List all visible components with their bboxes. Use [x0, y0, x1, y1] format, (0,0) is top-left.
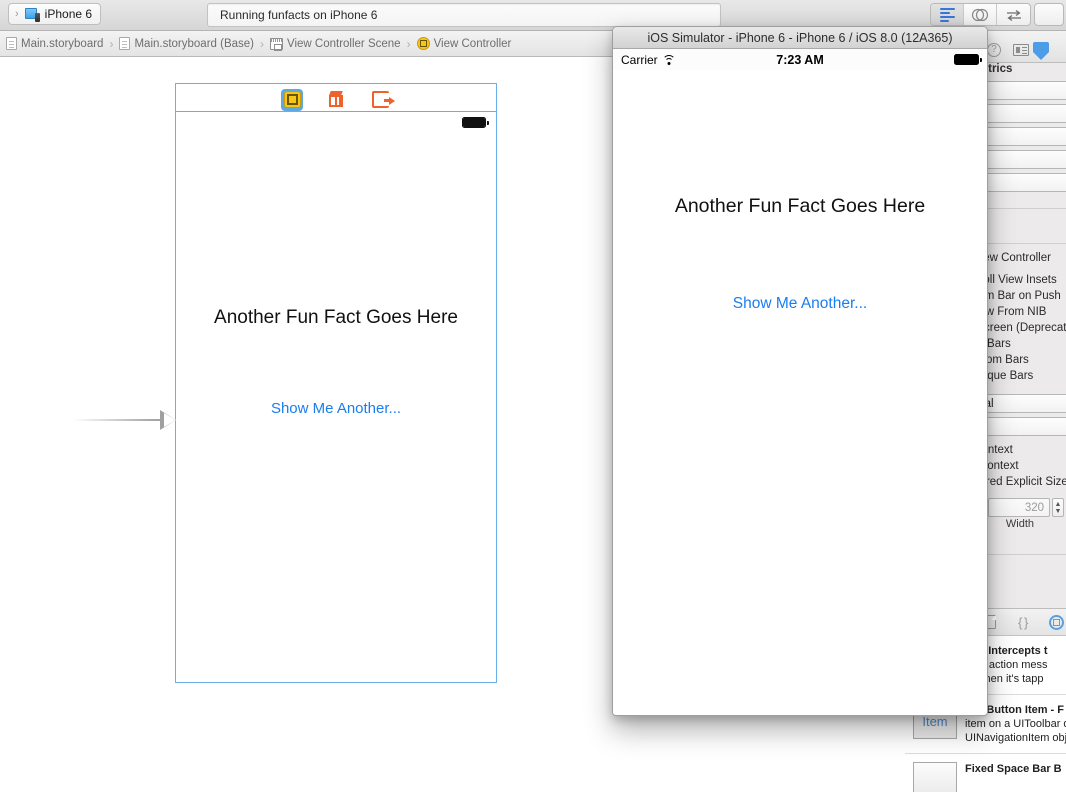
breadcrumb-item-1[interactable]: Main.storyboard (Base) [119, 37, 254, 50]
list-item[interactable]: Fixed Space Bar B [905, 754, 1066, 792]
activity-status-field: Running funfacts on iPhone 6 [207, 3, 721, 27]
width-input[interactable]: 320 [988, 498, 1050, 517]
breadcrumb-item-3[interactable]: View Controller [417, 37, 512, 50]
objects-icon[interactable] [1049, 615, 1064, 630]
first-responder-dock-icon[interactable] [325, 89, 347, 111]
xcode-window: › iPhone 6 Running funfacts on iPhone 6 [0, 0, 1066, 792]
battery-icon [954, 54, 979, 65]
view-controller-icon [417, 37, 430, 50]
breadcrumb-label-3: View Controller [434, 38, 512, 50]
library-item-description: Fixed Space Bar B [965, 762, 1062, 776]
library-desc-line-2: item on a UIToolbar o [965, 717, 1066, 731]
canvas-show-another-button[interactable]: Show Me Another... [176, 400, 496, 417]
view-controller-dock-icon[interactable] [281, 89, 303, 111]
view-controller-scene[interactable]: Another Fun Fact Goes Here Show Me Anoth… [175, 111, 497, 683]
width-stepper[interactable]: ▲ ▼ [1052, 498, 1064, 517]
canvas-status-bar [176, 112, 496, 132]
library-desc-line-3: UINavigationItem obj [965, 731, 1066, 745]
breadcrumb-separator-1: › [260, 37, 264, 51]
breadcrumb-separator-0: › [109, 37, 113, 51]
inspector-tab-bar: ? [981, 37, 1066, 63]
canvas-fact-label[interactable]: Another Fun Fact Goes Here [176, 307, 496, 329]
first-responder-glyph [328, 91, 345, 108]
stepper-down-icon[interactable]: ▼ [1055, 508, 1062, 515]
clock-label: 7:23 AM [613, 53, 987, 67]
version-editor-button[interactable] [997, 4, 1030, 25]
storyboard-file-icon [6, 37, 17, 50]
status-text: Running funfacts on iPhone 6 [220, 8, 377, 22]
scheme-selector[interactable]: › iPhone 6 [8, 3, 101, 25]
initial-vc-entry-arrow [72, 419, 175, 421]
library-desc-line-1: Fixed Space Bar B [965, 763, 1062, 775]
simulator-screen[interactable]: Another Fun Fact Goes Here Show Me Anoth… [613, 70, 987, 716]
view-controller-glyph [284, 91, 301, 108]
device-icon [25, 8, 40, 21]
breadcrumb-item-2[interactable]: View Controller Scene [270, 38, 401, 50]
show-me-another-button[interactable]: Show Me Another... [613, 295, 987, 313]
breadcrumb-label-1: Main.storyboard (Base) [134, 38, 254, 50]
identity-card-icon[interactable] [1013, 44, 1029, 56]
view-toggle-button[interactable] [1034, 3, 1064, 26]
library-thumbnail [913, 762, 957, 792]
simulator-status-bar: Carrier 7:23 AM [613, 49, 987, 70]
fact-label: Another Fun Fact Goes Here [613, 195, 987, 218]
standard-editor-icon [940, 8, 955, 22]
breadcrumb-item-0[interactable]: Main.storyboard [6, 37, 103, 50]
stepper-up-icon[interactable]: ▲ [1055, 501, 1062, 508]
help-icon[interactable]: ? [987, 43, 1001, 57]
storyboard-file-icon [119, 37, 130, 50]
breadcrumb-label-2: View Controller Scene [287, 38, 401, 50]
scheme-chevron-icon: › [15, 8, 19, 20]
standard-editor-button[interactable] [931, 4, 964, 25]
ios-simulator-window[interactable]: iOS Simulator - iPhone 6 - iPhone 6 / iO… [612, 26, 988, 716]
assistant-editor-icon [970, 8, 990, 22]
assistant-editor-button[interactable] [964, 4, 997, 25]
scheme-label: iPhone 6 [45, 7, 92, 21]
width-value: 320 [1025, 502, 1044, 514]
scene-icon [270, 38, 283, 50]
simulator-title-bar[interactable]: iOS Simulator - iPhone 6 - iPhone 6 / iO… [613, 27, 987, 49]
breadcrumb-label-0: Main.storyboard [21, 38, 103, 50]
editor-mode-segmented-control[interactable] [930, 3, 1031, 26]
battery-icon [462, 117, 486, 128]
simulator-window-title: iOS Simulator - iPhone 6 - iPhone 6 / iO… [647, 31, 952, 45]
exit-dock-icon[interactable] [369, 89, 391, 111]
exit-glyph [372, 91, 389, 108]
braces-icon[interactable]: { } [1018, 615, 1027, 630]
version-editor-icon [1004, 8, 1024, 22]
breadcrumb-separator-2: › [407, 37, 411, 51]
